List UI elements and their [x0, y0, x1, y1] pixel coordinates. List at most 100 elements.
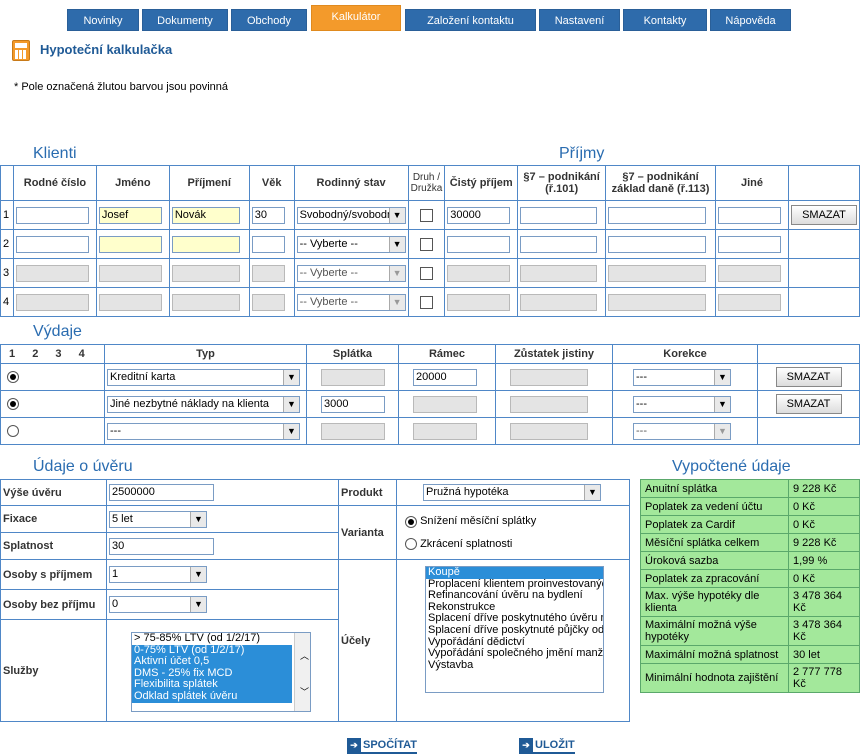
- podnikani-101-input: [520, 264, 598, 282]
- vek-input: [251, 293, 285, 311]
- jine-input[interactable]: [717, 206, 781, 224]
- ulozit-button[interactable]: ➔ ULOŽIT: [519, 738, 575, 754]
- col-druh-druzka: Druh / Družka: [407, 165, 446, 201]
- calculator-icon: [12, 40, 30, 61]
- podnikani-113-input[interactable]: [608, 235, 707, 253]
- ulozit-label: ULOŽIT: [535, 739, 575, 751]
- row-number: 4: [0, 287, 14, 317]
- prijmeni-input[interactable]: [171, 235, 240, 253]
- osoby-s-prijmem-label: Osoby s příjmem: [0, 559, 107, 590]
- chevron-down-icon: ▼: [388, 265, 405, 281]
- vek-input[interactable]: [251, 235, 285, 253]
- delete-button[interactable]: SMAZAT: [775, 367, 842, 387]
- expense-radio[interactable]: [7, 398, 19, 411]
- client-row: 4 -- Vyberte -- ▼: [0, 287, 860, 317]
- result-value: 0 Kč: [788, 497, 860, 516]
- spocitat-button[interactable]: ➔ SPOČÍTAT: [347, 738, 417, 754]
- required-note: * Pole označená žlutou barvou jsou povin…: [14, 81, 229, 93]
- cisty-prijem-input[interactable]: 30000: [447, 206, 511, 224]
- scrollbar[interactable]: ︿ ﹀: [294, 633, 310, 711]
- podnikani-113-input: [608, 264, 707, 282]
- tab-kontakty[interactable]: Kontakty: [623, 9, 707, 31]
- druh-checkbox[interactable]: [419, 237, 433, 251]
- col-splatka: Splátka: [306, 344, 399, 364]
- produkt-select[interactable]: Pružná hypotéka ▼: [423, 484, 601, 501]
- jmeno-input[interactable]: [98, 235, 162, 253]
- cisty-prijem-input: [447, 293, 511, 311]
- jmeno-input: [98, 264, 162, 282]
- delete-button[interactable]: SMAZAT: [791, 205, 857, 225]
- chevron-down-icon: ▼: [190, 567, 206, 582]
- splatka-input: [321, 368, 385, 386]
- cisty-prijem-input[interactable]: [447, 235, 511, 253]
- podnikani-101-input[interactable]: [520, 206, 598, 224]
- splatka-input: [321, 422, 385, 440]
- splatnost-label: Splatnost: [0, 532, 107, 560]
- vek-input[interactable]: 30: [251, 206, 285, 224]
- result-value: 3 478 364 Kč: [788, 587, 860, 617]
- rodinny-stav-select[interactable]: -- Vyberte -- ▼: [296, 235, 406, 253]
- korekce-select: --- ▼: [633, 422, 731, 440]
- korekce-select[interactable]: --- ▼: [633, 368, 731, 386]
- tab-dokumenty[interactable]: Dokumenty: [142, 9, 228, 31]
- druh-checkbox[interactable]: [419, 266, 433, 280]
- podnikani-113-input: [608, 293, 707, 311]
- expense-type-value: ---: [110, 424, 121, 437]
- spocitat-label: SPOČÍTAT: [363, 739, 417, 751]
- druh-checkbox[interactable]: [419, 295, 433, 309]
- ucely-option[interactable]: Splacení dříve poskytnuté půjčky od: [426, 624, 603, 637]
- jmeno-input[interactable]: Josef: [98, 206, 162, 224]
- splatka-input[interactable]: 3000: [321, 395, 385, 413]
- expense-type-select[interactable]: Jiné nezbytné náklady na klienta ▼: [107, 395, 300, 413]
- rodinny-stav-select[interactable]: Svobodný/svobodná ▼: [296, 206, 406, 224]
- chevron-down-icon: ▼: [283, 396, 299, 412]
- ucely-listbox[interactable]: Koupě Proplacení klientem proinvestovaný…: [425, 566, 604, 693]
- tab-novinky[interactable]: Novinky: [67, 9, 139, 31]
- podnikani-113-input[interactable]: [608, 206, 707, 224]
- expense-row: Kreditní karta ▼ 20000 --- ▼ SMAZAT: [0, 363, 860, 391]
- chevron-down-icon: ▼: [388, 294, 405, 310]
- splatnost-input[interactable]: 30: [109, 537, 214, 555]
- osoby-bez-prijmu-value: 0: [112, 598, 119, 610]
- ramec-input[interactable]: 20000: [413, 368, 477, 386]
- vyse-uveru-input[interactable]: 2500000: [109, 484, 214, 501]
- chevron-down-icon: ▼: [283, 369, 299, 385]
- jine-input[interactable]: [717, 235, 781, 253]
- tab-obchody[interactable]: Obchody: [231, 9, 307, 31]
- expense-type-select[interactable]: --- ▼: [107, 422, 300, 440]
- expense-radio[interactable]: [7, 425, 19, 438]
- korekce-select[interactable]: --- ▼: [633, 395, 731, 413]
- expense-radio[interactable]: [7, 371, 19, 384]
- osoby-bez-prijmu-select[interactable]: 0 ▼: [109, 596, 207, 613]
- sluzby-option[interactable]: Odklad splátek úvěru: [132, 690, 292, 703]
- rodne-cislo-input[interactable]: [15, 206, 89, 224]
- ucely-option[interactable]: Vypořádání společného jmění manž: [426, 648, 603, 660]
- varianta-option-label: Zkrácení splatnosti: [420, 537, 513, 550]
- chevron-down-icon: ▼: [714, 369, 730, 385]
- fixace-select[interactable]: 5 let ▼: [109, 510, 207, 528]
- korekce-value: ---: [636, 397, 647, 410]
- rodne-cislo-input[interactable]: [15, 235, 89, 253]
- sluzby-listbox[interactable]: > 75-85% LTV (od 1/2/17) 0-75% LTV (od 1…: [131, 632, 311, 712]
- expense-type-select[interactable]: Kreditní karta ▼: [107, 368, 300, 386]
- druh-checkbox[interactable]: [419, 208, 433, 222]
- ucely-option[interactable]: Výstavba: [426, 659, 603, 672]
- varianta-radio-snizeni[interactable]: [405, 515, 417, 528]
- tab-kalkulator[interactable]: Kalkulátor: [311, 5, 401, 31]
- podnikani-101-input[interactable]: [520, 235, 598, 253]
- chevron-down-icon: ▼: [190, 511, 206, 527]
- result-value: 1,99 %: [788, 551, 860, 570]
- osoby-s-prijmem-select[interactable]: 1 ▼: [109, 566, 207, 583]
- col-zustatek: Zůstatek jistiny: [495, 344, 613, 364]
- chevron-down-icon: ▼: [283, 423, 299, 439]
- delete-button[interactable]: SMAZAT: [775, 394, 842, 414]
- sluzby-option[interactable]: > 75-85% LTV (od 1/2/17): [132, 633, 292, 645]
- ucely-option[interactable]: Koupě: [426, 567, 603, 579]
- col-jmeno: Jméno: [95, 165, 170, 201]
- tab-nastaveni[interactable]: Nastavení: [539, 9, 620, 31]
- result-label: Poplatek za vedení účtu: [640, 497, 789, 516]
- tab-zalozeni-kontaktu[interactable]: Založení kontaktu: [405, 9, 536, 31]
- varianta-radio-zkraceni[interactable]: [405, 537, 417, 550]
- tab-napoveda[interactable]: Nápověda: [710, 9, 791, 31]
- prijmeni-input[interactable]: Novák: [171, 206, 240, 224]
